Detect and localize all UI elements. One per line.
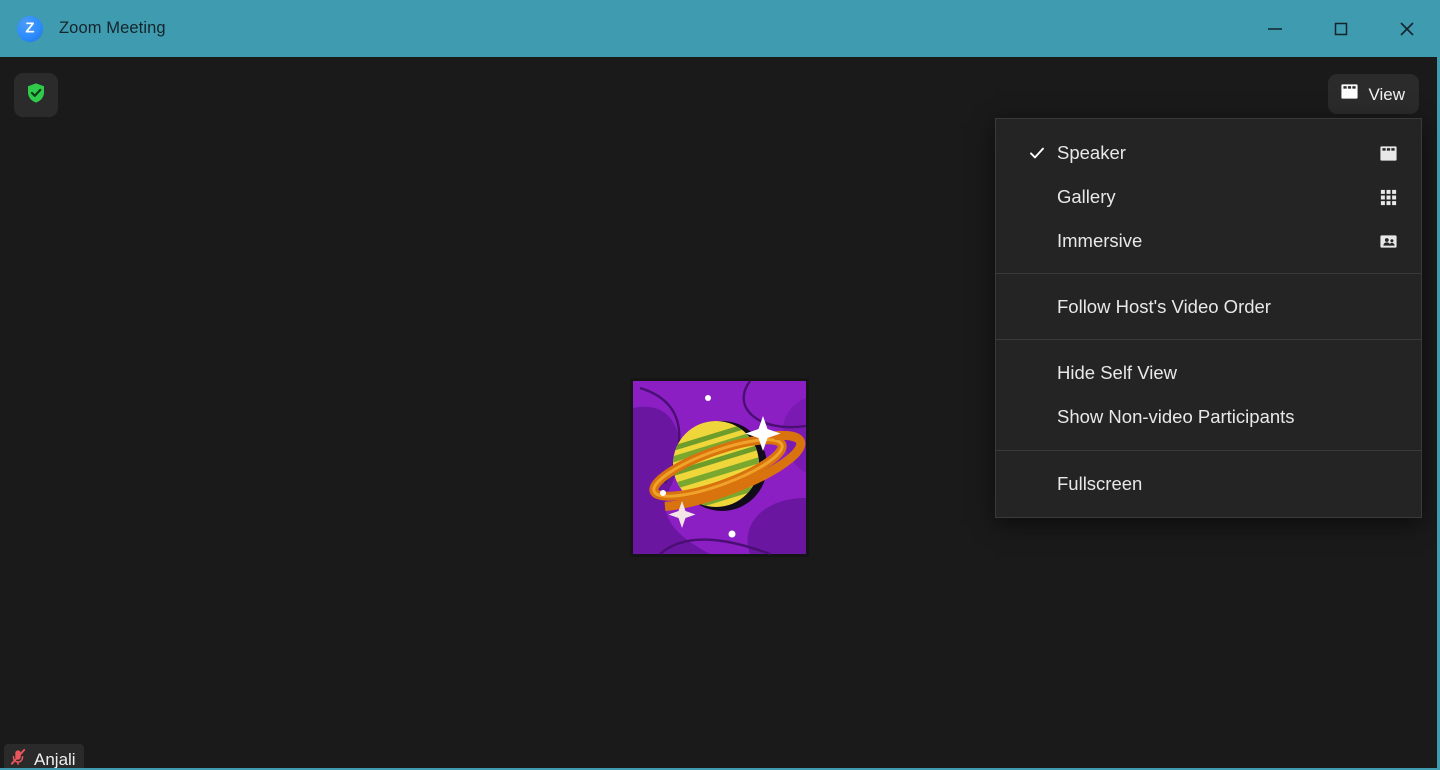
close-button[interactable]	[1374, 0, 1440, 57]
title-bar: Z Zoom Meeting	[0, 0, 1440, 57]
menu-item-gallery[interactable]: Gallery	[996, 175, 1421, 219]
speaker-view-icon	[1340, 82, 1359, 106]
checkmark-icon	[1026, 144, 1048, 162]
menu-item-label: Follow Host's Video Order	[1057, 295, 1271, 317]
menu-group-video-order: Follow Host's Video Order	[996, 273, 1421, 339]
menu-item-label: Show Non-video Participants	[1057, 405, 1295, 427]
window-title: Zoom Meeting	[59, 19, 166, 37]
menu-group-visibility-toggles: Hide Self View Show Non-video Participan…	[996, 339, 1421, 450]
menu-item-label: Immersive	[1057, 229, 1143, 251]
zoom-meeting-window: Z Zoom Meeting View Anjali Speaker Galle…	[0, 0, 1440, 770]
minimize-button[interactable]	[1242, 0, 1308, 57]
menu-item-label: Hide Self View	[1057, 361, 1177, 383]
security-button[interactable]	[14, 73, 58, 117]
meeting-stage: View Anjali Speaker Gallery Immersive Fo…	[0, 57, 1440, 770]
menu-item-label: Speaker	[1057, 141, 1126, 163]
view-dropdown-menu: Speaker Gallery Immersive Follow Host's …	[995, 118, 1422, 518]
menu-item-immersive[interactable]: Immersive	[996, 219, 1421, 263]
participant-name-badge: Anjali	[4, 744, 84, 769]
zoom-logo-icon: Z	[17, 15, 43, 42]
participant-video-tile[interactable]	[630, 378, 809, 557]
menu-item-speaker[interactable]: Speaker	[996, 131, 1421, 175]
immersive-view-icon	[1377, 232, 1399, 251]
microphone-muted-icon	[9, 748, 27, 769]
menu-item-fullscreen[interactable]: Fullscreen	[996, 462, 1421, 506]
planet-saturn-illustration	[630, 378, 809, 557]
view-button[interactable]: View	[1328, 74, 1419, 114]
window-controls	[1242, 0, 1440, 57]
shield-check-icon	[24, 81, 48, 110]
menu-item-label: Gallery	[1057, 185, 1116, 207]
menu-group-display-mode: Fullscreen	[996, 450, 1421, 517]
zoom-logo-letter: Z	[25, 19, 35, 37]
menu-item-label: Fullscreen	[1057, 472, 1143, 494]
view-button-label: View	[1368, 84, 1405, 104]
menu-group-view-modes: Speaker Gallery Immersive	[996, 119, 1421, 273]
participant-name: Anjali	[34, 749, 76, 769]
gallery-view-icon	[1377, 188, 1399, 207]
menu-item-follow-hosts-video-order[interactable]: Follow Host's Video Order	[996, 285, 1421, 329]
menu-item-show-non-video-participants[interactable]: Show Non-video Participants	[996, 395, 1421, 439]
maximize-button[interactable]	[1308, 0, 1374, 57]
speaker-view-icon	[1377, 144, 1399, 163]
menu-item-hide-self-view[interactable]: Hide Self View	[996, 351, 1421, 395]
